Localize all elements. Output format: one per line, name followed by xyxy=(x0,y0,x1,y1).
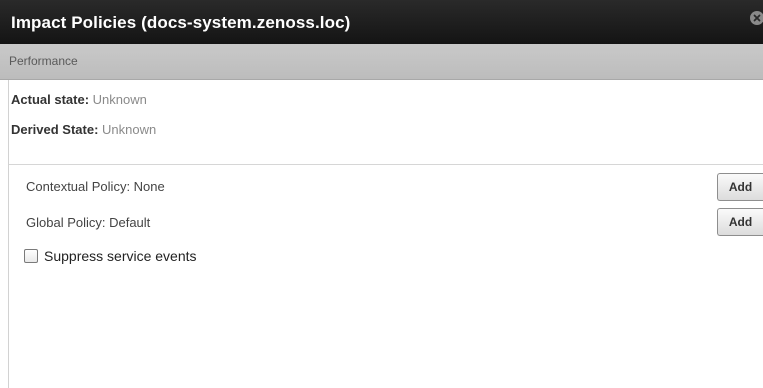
impact-policies-dialog: Impact Policies (docs-system.zenoss.loc)… xyxy=(0,0,763,388)
suppress-events-checkbox[interactable] xyxy=(24,249,38,263)
global-policy-text: Global Policy: Default xyxy=(26,215,151,230)
suppress-events-label[interactable]: Suppress service events xyxy=(44,248,197,264)
dialog-title: Impact Policies (docs-system.zenoss.loc) xyxy=(11,13,351,32)
add-contextual-policy-button[interactable]: Add xyxy=(717,173,763,201)
section-title: Performance xyxy=(9,54,78,68)
close-icon[interactable] xyxy=(750,11,763,25)
actual-state-row: Actual state: Unknown xyxy=(11,92,147,107)
actual-state-label: Actual state: xyxy=(11,92,90,107)
derived-state-value: Unknown xyxy=(102,122,157,137)
derived-state-row: Derived State: Unknown xyxy=(11,122,156,137)
dialog-titlebar[interactable]: Impact Policies (docs-system.zenoss.loc) xyxy=(0,0,763,44)
panel-left-border xyxy=(8,80,9,388)
derived-state-label: Derived State: xyxy=(11,122,99,137)
section-divider xyxy=(9,164,763,165)
section-header-bar: Performance xyxy=(0,44,763,80)
actual-state-value: Unknown xyxy=(92,92,147,107)
contextual-policy-text: Contextual Policy: None xyxy=(26,179,165,194)
add-global-policy-button[interactable]: Add xyxy=(717,208,763,236)
